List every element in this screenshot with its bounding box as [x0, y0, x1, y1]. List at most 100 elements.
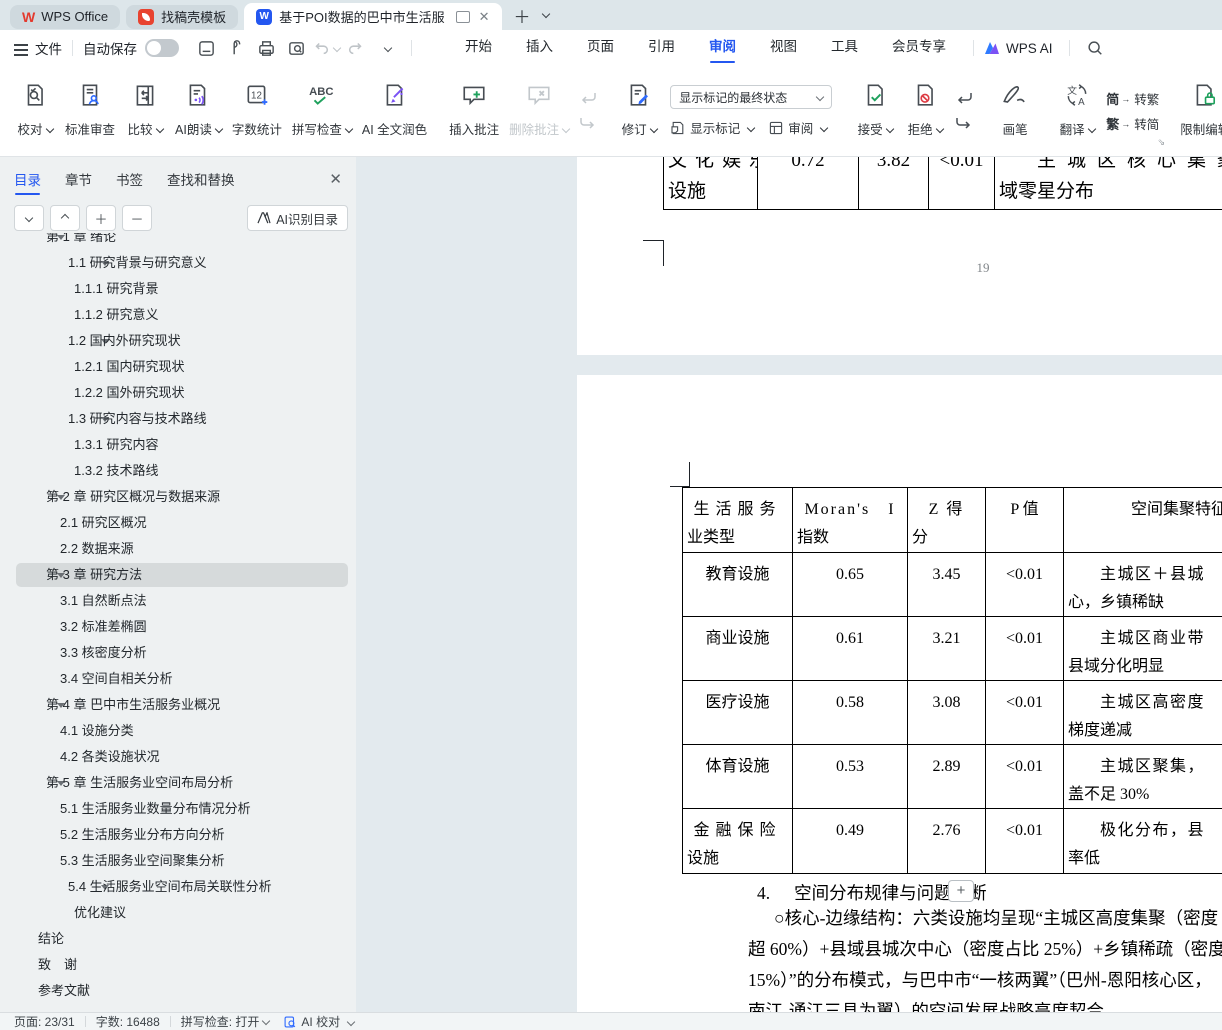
- menu-insert[interactable]: 插入: [509, 30, 570, 66]
- toc-item[interactable]: 1.3 研究内容与技术路线: [0, 406, 356, 437]
- toc-item[interactable]: 3.1 自然断点法: [0, 588, 356, 614]
- toc-item[interactable]: 1.1.2 研究意义: [0, 302, 356, 328]
- sidebar-tab-bookmarks[interactable]: 书签: [116, 169, 143, 189]
- menu-membership[interactable]: 会员专享: [875, 30, 963, 66]
- toc-item[interactable]: 3.3 核密度分析: [0, 640, 356, 666]
- print-icon[interactable]: [251, 36, 281, 60]
- zoom-out-level-button[interactable]: －: [122, 205, 152, 231]
- track-changes-button[interactable]: 修订: [614, 72, 664, 150]
- tab-docer-template[interactable]: 找稿壳模板: [126, 4, 239, 29]
- cell-p: <0.01: [986, 745, 1064, 808]
- previous-comment-icon[interactable]: [578, 91, 598, 106]
- sidebar-tab-toc[interactable]: 目录: [14, 169, 41, 195]
- to-simplified-button[interactable]: 繁 → 转简: [1106, 114, 1159, 133]
- toc-item-label: 第 4 章 巴中市生活服务业概况: [46, 697, 221, 712]
- toc-item[interactable]: 1.3.2 技术路线: [0, 458, 356, 484]
- toc-item[interactable]: 5.4 生活服务业空间布局关联性分析: [0, 874, 356, 905]
- menu-home[interactable]: 开始: [448, 30, 509, 66]
- toc-item[interactable]: 1.1 研究背景与研究意义: [0, 250, 356, 281]
- close-tab-icon[interactable]: ✕: [479, 9, 490, 25]
- toc-item[interactable]: 4.1 设施分类: [0, 718, 356, 744]
- collapse-all-button[interactable]: [50, 205, 80, 231]
- delete-comment-button[interactable]: 删除批注: [504, 72, 574, 150]
- toc-item[interactable]: 第 4 章 巴中市生活服务业概况: [0, 692, 356, 723]
- group-expand-icon[interactable]: ⇘: [1158, 137, 1166, 148]
- toc-item[interactable]: 5.3 生活服务业空间聚集分析: [0, 848, 356, 874]
- toc-item[interactable]: 3.4 空间自相关分析: [0, 666, 356, 692]
- toc-item[interactable]: 第 5 章 生活服务业空间布局分析: [0, 770, 356, 801]
- toc-item[interactable]: 1.2.2 国外研究现状: [0, 380, 356, 406]
- menu-reference[interactable]: 引用: [631, 30, 692, 66]
- proofing-button[interactable]: 校对: [10, 72, 60, 150]
- menu-review[interactable]: 审阅: [692, 30, 753, 66]
- toc-item[interactable]: 结论: [0, 926, 356, 952]
- toc-item[interactable]: 2.1 研究区概况: [0, 510, 356, 536]
- close-sidebar-icon[interactable]: ✕: [329, 170, 342, 188]
- menu-view[interactable]: 视图: [753, 30, 814, 66]
- translate-button[interactable]: 文A 翻译: [1052, 72, 1102, 150]
- insert-block-plus-button[interactable]: +: [948, 880, 974, 902]
- ai-read-button[interactable]: AI朗读: [170, 72, 227, 150]
- toc-item[interactable]: 1.2 国内外研究现状: [0, 328, 356, 359]
- divider: [169, 1016, 171, 1027]
- show-markup-button[interactable]: 显示标记: [670, 118, 756, 137]
- toc-item[interactable]: 参考文献: [0, 978, 356, 1004]
- ai-detect-toc-button[interactable]: AI识别目录: [247, 205, 348, 231]
- redo-icon[interactable]: [341, 36, 371, 60]
- tab-document[interactable]: W 基于POI数据的巴中市生活服 ✕: [244, 3, 502, 30]
- insert-comment-button[interactable]: 插入批注: [444, 72, 504, 150]
- toc-item[interactable]: 2.2 数据来源: [0, 536, 356, 562]
- new-tab-button[interactable]: ＋: [514, 3, 531, 28]
- restrict-edit-button[interactable]: 限制编辑: [1175, 72, 1222, 150]
- menu-page[interactable]: 页面: [570, 30, 631, 66]
- undo-icon[interactable]: [311, 36, 342, 60]
- toc-item[interactable]: 5.2 生活服务业分布方向分析: [0, 822, 356, 848]
- compare-button[interactable]: 比较: [120, 72, 170, 150]
- expand-all-button[interactable]: [14, 205, 44, 231]
- spell-check-status[interactable]: 拼写检查: 打开: [181, 1013, 271, 1030]
- toc-item[interactable]: 优化建议: [0, 900, 356, 926]
- toc-item[interactable]: 3.2 标准差椭圆: [0, 614, 356, 640]
- document-canvas[interactable]: 文化娱乐设施0.723.82<0.01主城区核心集聚，县域零星分布 19 生活服…: [356, 157, 1222, 1012]
- sidebar-tab-chapters[interactable]: 章节: [65, 169, 92, 189]
- save-icon[interactable]: [191, 36, 221, 60]
- toc-item[interactable]: 1.3.1 研究内容: [0, 432, 356, 458]
- toc-item[interactable]: 5.1 生活服务业数量分布情况分析: [0, 796, 356, 822]
- ai-polish-button[interactable]: AI 全文润色: [357, 72, 432, 150]
- toc-item[interactable]: 4.2 各类设施状况: [0, 744, 356, 770]
- review-pane-button[interactable]: 审阅: [768, 118, 829, 137]
- to-traditional-button[interactable]: 简 → 转繁: [1106, 89, 1159, 108]
- next-change-icon[interactable]: [954, 116, 974, 131]
- wps-ai-button[interactable]: WPS AI: [984, 41, 1053, 56]
- table-row: 教育设施 0.65 3.45 <0.01 主城区＋县城 心，乡镇稀缺: [683, 553, 1222, 617]
- toc-item-label: 5.2 生活服务业分布方向分析: [60, 827, 225, 842]
- toc-item[interactable]: 1.2.1 国内研究现状: [0, 354, 356, 380]
- tab-wps-office[interactable]: W WPS Office: [10, 4, 121, 29]
- autosave-toggle[interactable]: [145, 39, 179, 57]
- spell-check-button[interactable]: ABC 拼写检查: [287, 72, 357, 150]
- markup-state-select[interactable]: 显示标记的最终状态: [670, 85, 833, 109]
- tab-list-dropdown-icon[interactable]: [539, 6, 550, 24]
- toc-item[interactable]: 第 2 章 研究区概况与数据来源: [0, 484, 356, 515]
- search-icon[interactable]: [1080, 36, 1110, 60]
- standard-review-button[interactable]: 标准审查: [60, 72, 120, 150]
- file-menu[interactable]: 文件: [14, 38, 62, 58]
- reject-button[interactable]: 拒绝: [900, 72, 950, 150]
- ai-proof-status[interactable]: AI 校对: [283, 1013, 356, 1030]
- toc-item[interactable]: 第 3 章 研究方法: [0, 562, 356, 593]
- print-preview-icon[interactable]: [281, 36, 311, 60]
- export-icon[interactable]: [221, 36, 251, 60]
- quick-access-dropdown-icon[interactable]: [371, 36, 401, 60]
- toc-item[interactable]: 1.1.1 研究背景: [0, 276, 356, 302]
- next-comment-icon[interactable]: [578, 116, 598, 131]
- word-count-button[interactable]: 12 字数统计: [227, 72, 287, 150]
- previous-change-icon[interactable]: [954, 91, 974, 106]
- zoom-in-level-button[interactable]: ＋: [86, 205, 116, 231]
- accept-button[interactable]: 接受: [850, 72, 900, 150]
- toc-item[interactable]: 第 1 章 绪论: [0, 233, 356, 255]
- ink-pen-button[interactable]: 画笔: [990, 72, 1040, 150]
- toc-item[interactable]: 致 谢: [0, 952, 356, 978]
- toc-item-label: 参考文献: [38, 983, 91, 998]
- sidebar-tab-find-replace[interactable]: 查找和替换: [167, 169, 235, 189]
- menu-tools[interactable]: 工具: [814, 30, 875, 66]
